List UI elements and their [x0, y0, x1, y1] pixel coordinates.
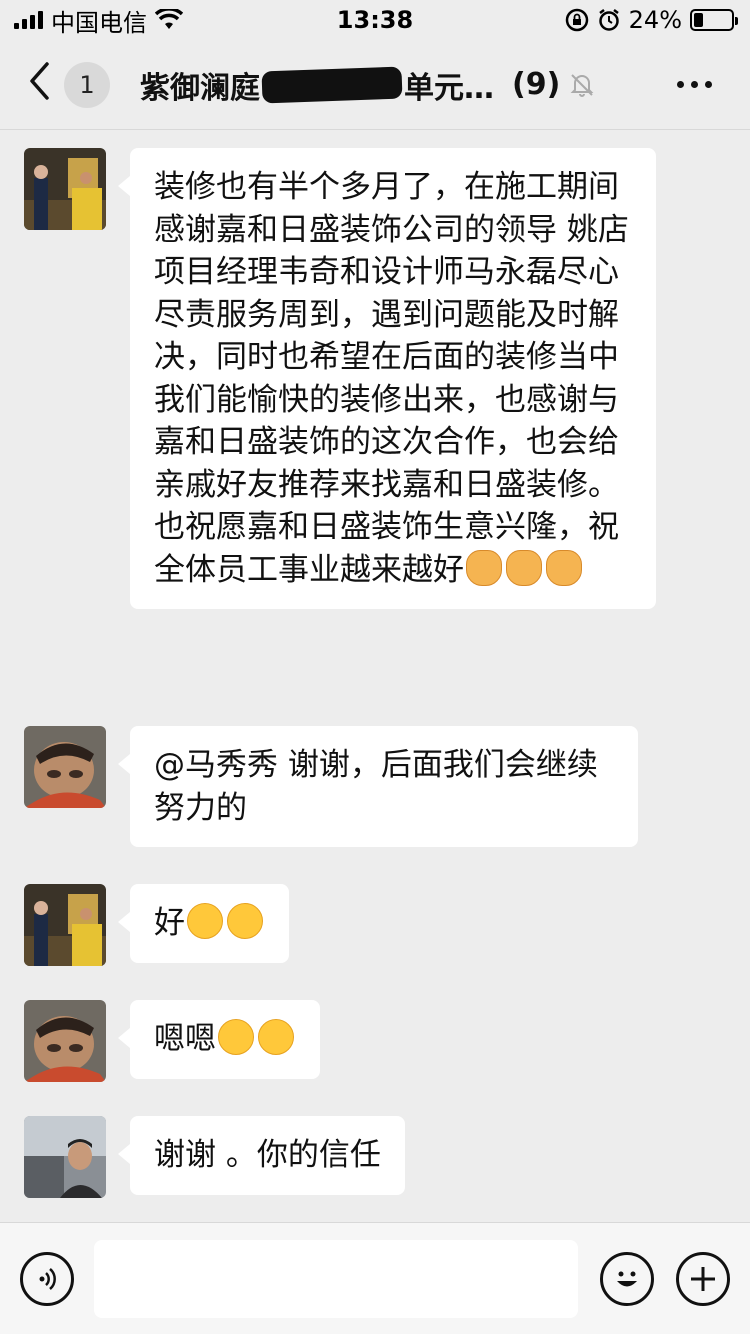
signal-icon — [14, 11, 43, 29]
message-row: 好 — [24, 884, 289, 966]
chat-title-prefix: 紫御澜庭 — [140, 70, 260, 106]
message-bubble[interactable]: 谢谢 。你的信任 — [118, 1116, 405, 1195]
fist-emoji-icon — [546, 549, 582, 586]
wifi-icon — [155, 9, 183, 29]
chat-title: 紫御澜庭 单元… — [140, 63, 494, 107]
plus-icon[interactable] — [676, 1251, 730, 1306]
message-row: @马秀秀 谢谢，后面我们会继续努力的 — [24, 726, 638, 847]
status-bar: 中国电信 13:38 24% — [0, 0, 750, 40]
smile-emoji-icon — [227, 903, 263, 939]
back-chevron-icon[interactable] — [28, 62, 58, 107]
redacted-area — [261, 66, 403, 103]
status-right: 24% — [565, 6, 738, 34]
message-bubble[interactable]: 嗯嗯 — [118, 1000, 320, 1079]
message-row: 谢谢 。你的信任 — [24, 1116, 405, 1198]
message-input[interactable] — [94, 1239, 578, 1318]
chat-input-bar — [0, 1222, 750, 1334]
message-text: 嗯嗯 — [154, 1021, 216, 1057]
fist-emoji-icon — [506, 549, 542, 586]
smile-emoji-icon — [258, 1019, 294, 1055]
status-left: 中国电信 — [14, 3, 183, 38]
member-count: (9) — [512, 67, 561, 102]
mute-bell-icon — [570, 73, 594, 97]
message-bubble[interactable]: @马秀秀 谢谢，后面我们会继续努力的 — [118, 726, 638, 847]
smile-emoji-icon — [218, 1019, 254, 1055]
voice-icon[interactable] — [20, 1251, 74, 1306]
alarm-icon — [598, 9, 619, 31]
message-row: 装修也有半个多月了，在施工期间感谢嘉和日盛装饰公司的领导 姚店 项目经理韦奇和设… — [24, 148, 656, 609]
avatar[interactable] — [24, 726, 106, 808]
battery-icon — [690, 9, 738, 31]
message-text: 谢谢 。你的信任 — [154, 1137, 381, 1173]
message-text: 装修也有半个多月了，在施工期间感谢嘉和日盛装饰公司的领导 姚店 项目经理韦奇和设… — [154, 169, 629, 588]
emoji-icon[interactable] — [600, 1251, 654, 1306]
fist-emoji-icon — [466, 549, 502, 586]
more-dots-icon[interactable] — [677, 81, 736, 88]
message-text: @马秀秀 谢谢，后面我们会继续努力的 — [154, 747, 598, 826]
avatar[interactable] — [24, 1000, 106, 1082]
battery-level-fill — [694, 13, 703, 27]
battery-percent: 24% — [628, 6, 682, 34]
carrier-label: 中国电信 — [51, 8, 147, 37]
chat-title-suffix: 单元… — [404, 70, 494, 106]
avatar[interactable] — [24, 1116, 106, 1198]
message-text: 好 — [154, 905, 185, 941]
message-row: 嗯嗯 — [24, 1000, 320, 1082]
chat-message-list[interactable]: 装修也有半个多月了，在施工期间感谢嘉和日盛装饰公司的领导 姚店 项目经理韦奇和设… — [0, 130, 750, 1220]
unread-count-badge[interactable]: 1 — [64, 61, 110, 108]
orientation-lock-icon — [565, 8, 588, 32]
message-bubble[interactable]: 装修也有半个多月了，在施工期间感谢嘉和日盛装饰公司的领导 姚店 项目经理韦奇和设… — [118, 148, 656, 609]
avatar[interactable] — [24, 148, 106, 230]
chat-nav-bar: 1 紫御澜庭 单元… (9) — [0, 40, 750, 130]
smile-emoji-icon — [187, 903, 223, 939]
status-time: 13:38 — [336, 6, 414, 34]
message-bubble[interactable]: 好 — [118, 884, 289, 963]
avatar[interactable] — [24, 884, 106, 966]
